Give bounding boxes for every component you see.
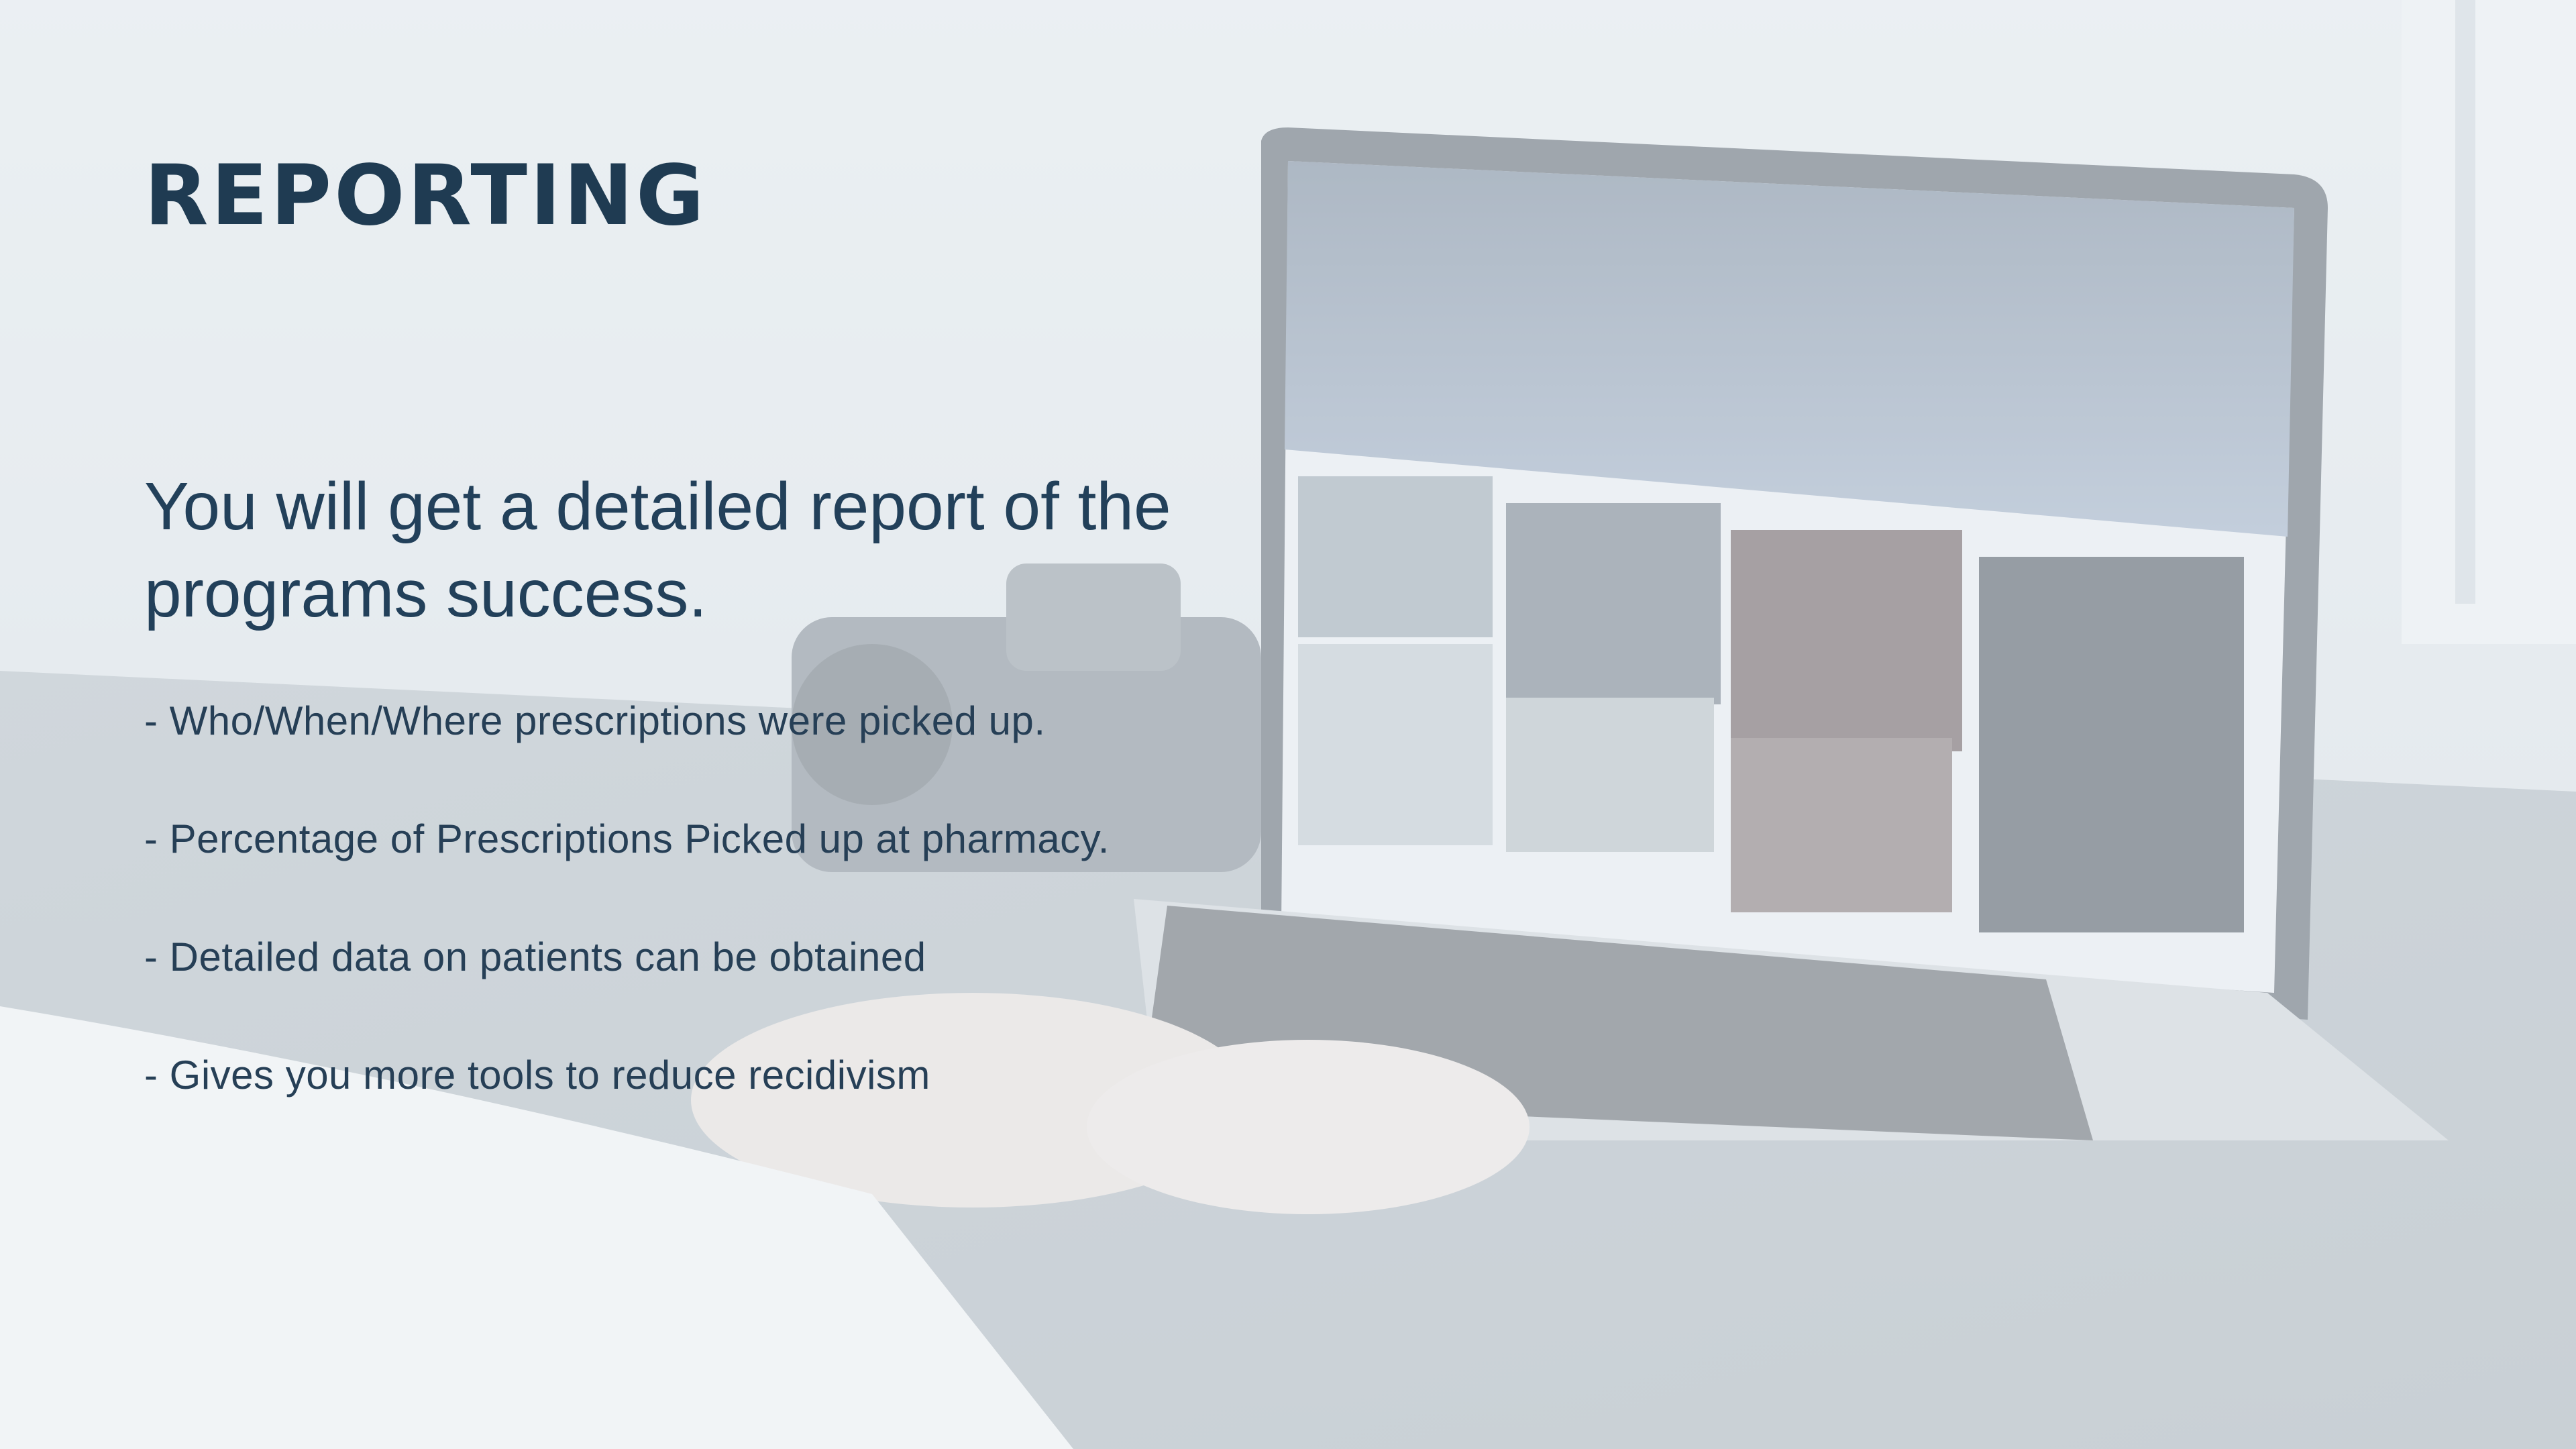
- slide: REPORTING You will get a detailed report…: [0, 0, 2576, 1449]
- slide-title: REPORTING: [144, 148, 707, 244]
- bullet-item: - Who/When/Where prescriptions were pick…: [144, 698, 1046, 743]
- bullet-item: - Percentage of Prescriptions Picked up …: [144, 816, 1110, 861]
- bullet-item: - Detailed data on patients can be obtai…: [144, 934, 926, 979]
- bullet-item: - Gives you more tools to reduce recidiv…: [144, 1053, 930, 1097]
- slide-subtitle: You will get a detailed report of the pr…: [144, 469, 1171, 631]
- bullet-list: - Who/When/Where prescriptions were pick…: [144, 694, 1110, 1167]
